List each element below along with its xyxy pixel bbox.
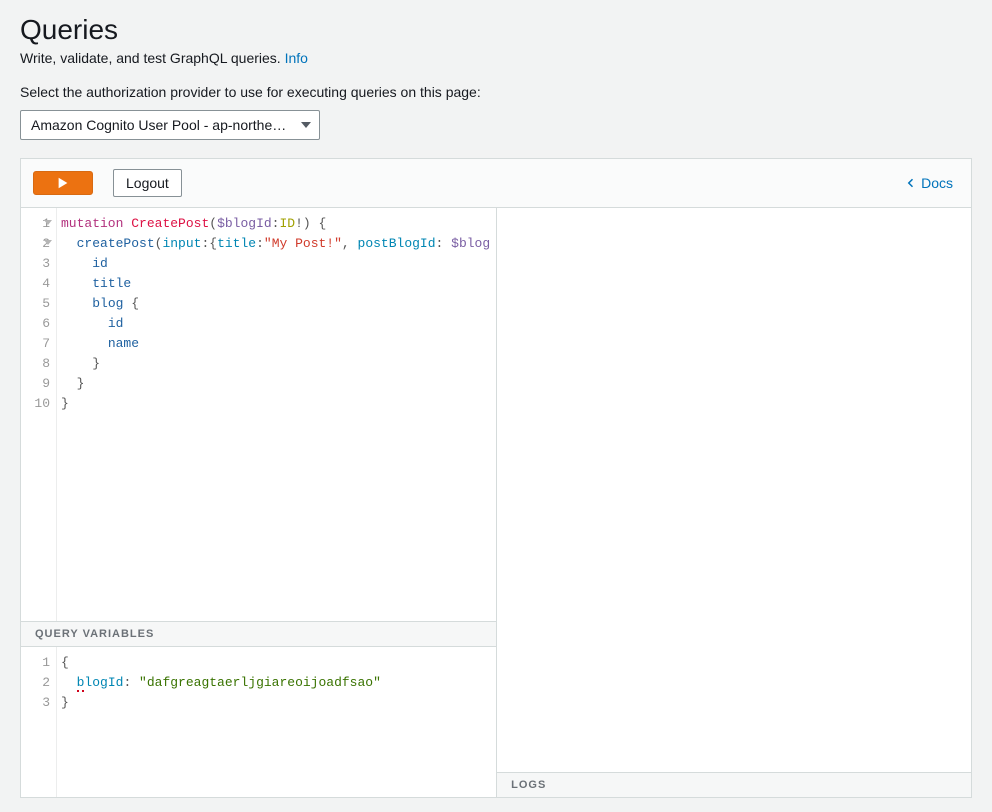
page-subtitle-text: Write, validate, and test GraphQL querie…	[20, 50, 285, 66]
chevron-left-icon	[905, 177, 917, 189]
page-title: Queries	[20, 14, 972, 46]
page-subtitle: Write, validate, and test GraphQL querie…	[20, 50, 972, 66]
variables-gutter: 123	[21, 647, 57, 797]
play-icon	[56, 176, 70, 190]
info-link[interactable]: Info	[285, 50, 308, 66]
logout-button[interactable]: Logout	[113, 169, 182, 197]
results-pane	[497, 208, 971, 772]
query-gutter: 12345678910	[21, 208, 57, 621]
auth-provider-value: Amazon Cognito User Pool - ap-northe…	[31, 117, 295, 133]
query-variables-header[interactable]: QUERY VARIABLES	[21, 621, 496, 647]
auth-provider-label: Select the authorization provider to use…	[20, 84, 972, 100]
editor-right-pane: LOGS	[497, 208, 971, 797]
variables-code[interactable]: { blogId: "dafgreagtaerljgiareoijoadfsao…	[57, 647, 496, 797]
variables-editor[interactable]: 123 { blogId: "dafgreagtaerljgiareoijoad…	[21, 647, 496, 797]
auth-provider-select[interactable]: Amazon Cognito User Pool - ap-northe…	[20, 110, 320, 140]
docs-label: Docs	[921, 175, 953, 191]
docs-button[interactable]: Docs	[899, 171, 959, 195]
caret-down-icon	[301, 122, 311, 128]
query-editor[interactable]: 12345678910 mutation CreatePost($blogId:…	[21, 208, 496, 621]
editor-left-pane: 12345678910 mutation CreatePost($blogId:…	[21, 208, 497, 797]
run-button[interactable]	[33, 171, 93, 195]
query-code[interactable]: mutation CreatePost($blogId:ID!) { creat…	[57, 208, 496, 621]
logs-header[interactable]: LOGS	[497, 772, 971, 797]
graphiql-panel: Logout Docs 12345678910 mutation CreateP…	[20, 158, 972, 798]
editor-workspace: 12345678910 mutation CreatePost($blogId:…	[21, 208, 971, 797]
editor-toolbar: Logout Docs	[21, 159, 971, 208]
